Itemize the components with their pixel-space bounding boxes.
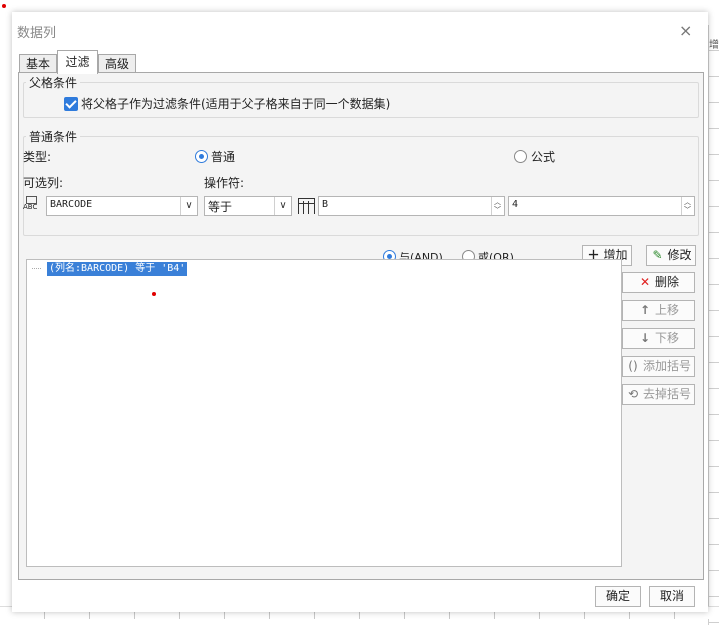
data-column-dialog: 数据列 × 基本 过滤 高级 父格条件 将父格子作为过滤条件(适用于父子格来自于… xyxy=(12,12,708,612)
value-spinner-2[interactable]: ︿ ﹀ xyxy=(681,197,694,215)
move-up-button[interactable]: ↑ 上移 xyxy=(622,300,695,321)
add-bracket-button-label: 添加括号 xyxy=(642,359,691,373)
add-bracket-button[interactable]: () 添加括号 xyxy=(622,356,695,377)
condition-item[interactable]: (列名:BARCODE) 等于 'B4' xyxy=(47,262,188,276)
close-icon[interactable]: × xyxy=(679,21,692,40)
abc-icon-text: ABC xyxy=(23,203,38,211)
arrow-down-icon: ↓ xyxy=(639,331,651,345)
remove-bracket-icon: ⟲ xyxy=(627,387,639,401)
abc-column-icon: ABC xyxy=(23,196,43,214)
cancel-button[interactable]: 取消 xyxy=(649,586,695,607)
normal-condition-legend: 普通条件 xyxy=(26,128,81,145)
parent-condition-label: 将父格子作为过滤条件(适用于父子格来自于同一个数据集) xyxy=(81,97,391,111)
column-label: 可选列: xyxy=(23,176,64,190)
modify-button-label: 修改 xyxy=(667,248,692,262)
remove-bracket-button[interactable]: ⟲ 去掉括号 xyxy=(622,384,695,405)
operator-label: 操作符: xyxy=(204,176,245,190)
delete-button-label: 删除 xyxy=(654,275,679,289)
bracket-icon: () xyxy=(628,359,638,373)
type-formula-radio[interactable] xyxy=(514,150,527,163)
remove-bracket-button-label: 去掉括号 xyxy=(642,387,691,401)
dialog-title: 数据列 xyxy=(17,26,57,41)
tree-connector xyxy=(32,268,41,269)
type-formula-label: 公式 xyxy=(531,150,556,164)
move-down-button[interactable]: ↓ 下移 xyxy=(622,328,695,349)
tab-advanced[interactable]: 高级 xyxy=(98,54,136,73)
tab-basic[interactable]: 基本 xyxy=(19,54,57,73)
edit-icon: ✎ xyxy=(652,248,663,262)
column-select-value: BARCODE xyxy=(50,199,93,210)
type-label: 类型: xyxy=(23,150,52,164)
chevron-down-icon[interactable]: ∨ xyxy=(274,197,291,215)
parent-condition-legend: 父格条件 xyxy=(26,74,81,91)
parameter-type-icon[interactable] xyxy=(298,198,315,214)
move-up-button-label: 上移 xyxy=(654,303,679,317)
value-field-2-text: 4 xyxy=(512,199,519,210)
condition-list[interactable]: (列名:BARCODE) 等于 'B4' xyxy=(26,259,622,567)
marker-dot xyxy=(2,4,6,8)
value-spinner[interactable]: ︿ ﹀ xyxy=(491,197,504,215)
delete-icon: ✕ xyxy=(639,275,651,289)
tab-filter[interactable]: 过滤 xyxy=(57,50,98,74)
type-normal-radio[interactable] xyxy=(195,150,208,163)
parent-condition-checkbox[interactable] xyxy=(64,97,78,111)
background-cell-text: 增. xyxy=(709,40,719,51)
operator-select-value: 等于 xyxy=(208,200,233,214)
value-field[interactable]: B ︿ ﹀ xyxy=(318,196,505,216)
delete-button[interactable]: ✕ 删除 xyxy=(622,272,695,293)
column-select[interactable]: BARCODE ∨ xyxy=(46,196,198,216)
modify-button[interactable]: ✎ 修改 xyxy=(646,245,696,266)
value-field-text: B xyxy=(322,199,329,210)
marker-dot xyxy=(152,292,156,296)
ok-button[interactable]: 确定 xyxy=(595,586,641,607)
background-sheet-column xyxy=(708,25,719,625)
value-field-2[interactable]: 4 ︿ ﹀ xyxy=(508,196,695,216)
move-down-button-label: 下移 xyxy=(654,331,679,345)
chevron-down-icon[interactable]: ∨ xyxy=(180,197,197,215)
operator-select[interactable]: 等于 ∨ xyxy=(204,196,292,216)
normal-condition-group xyxy=(23,136,699,236)
arrow-up-icon: ↑ xyxy=(639,303,651,317)
type-normal-label: 普通 xyxy=(211,150,236,164)
